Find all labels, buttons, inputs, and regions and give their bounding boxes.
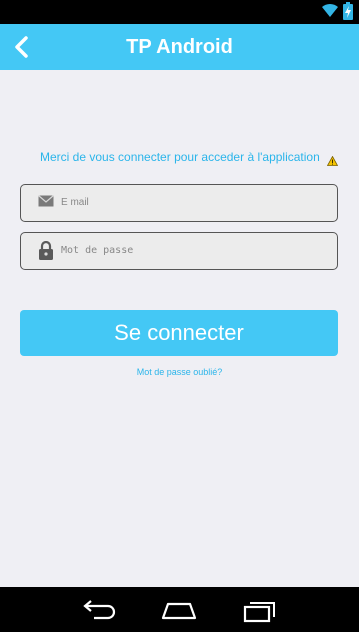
status-bar	[0, 0, 359, 24]
email-field[interactable]: E mail	[20, 184, 338, 222]
email-placeholder: E mail	[61, 197, 89, 208]
warning-icon	[326, 151, 339, 170]
navigation-bar	[0, 587, 359, 632]
lock-icon	[38, 240, 54, 265]
nav-back-icon[interactable]	[82, 599, 118, 625]
battery-charging-icon	[343, 2, 353, 24]
password-field[interactable]: Mot de passe	[20, 232, 338, 270]
envelope-icon	[38, 193, 54, 213]
password-placeholder: Mot de passe	[61, 245, 134, 256]
info-message: Merci de vous connecter pour acceder à l…	[40, 150, 320, 164]
wifi-icon	[321, 2, 339, 22]
info-message-row: Merci de vous connecter pour acceder à l…	[0, 148, 359, 166]
nav-home-icon[interactable]	[160, 599, 198, 625]
app-bar: TP Android	[0, 24, 359, 70]
app-title: TP Android	[126, 36, 233, 58]
forgot-password-link[interactable]: Mot de passe oublié?	[0, 366, 359, 378]
login-button[interactable]: Se connecter	[20, 310, 338, 356]
nav-recent-apps-icon[interactable]	[242, 599, 278, 627]
